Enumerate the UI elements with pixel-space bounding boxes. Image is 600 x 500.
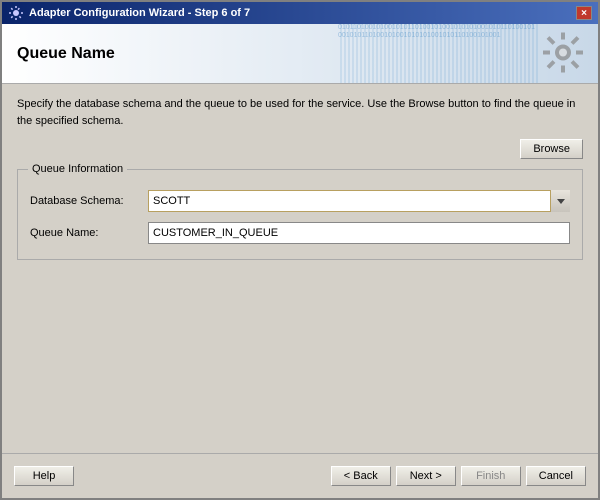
group-legend: Queue Information: [28, 163, 127, 175]
help-button[interactable]: Help: [14, 466, 74, 486]
queue-information-group: Queue Information Database Schema: SCOTT…: [17, 169, 583, 260]
title-bar-left: Adapter Configuration Wizard - Step 6 of…: [8, 5, 250, 21]
header-gear-icon: [538, 27, 588, 80]
footer: Help < Back Next > Finish Cancel: [2, 453, 598, 498]
description-text: Specify the database schema and the queu…: [17, 96, 583, 129]
next-button[interactable]: Next >: [396, 466, 456, 486]
queue-name-input[interactable]: [148, 222, 570, 244]
footer-nav-buttons: < Back Next > Finish Cancel: [331, 466, 586, 486]
header-band: Queue Name 01011010010100101011010010100…: [2, 24, 598, 84]
back-button[interactable]: < Back: [331, 466, 391, 486]
main-window: Adapter Configuration Wizard - Step 6 of…: [0, 0, 600, 500]
queue-name-label: Queue Name:: [30, 227, 140, 239]
wizard-icon: [8, 5, 24, 21]
browse-button[interactable]: Browse: [520, 139, 583, 159]
schema-select-wrapper: SCOTT: [148, 190, 570, 212]
schema-label: Database Schema:: [30, 195, 140, 207]
browse-row: Browse: [17, 139, 583, 159]
content-spacer: [17, 270, 583, 441]
queue-name-row: Queue Name:: [30, 222, 570, 244]
schema-select[interactable]: SCOTT: [148, 190, 570, 212]
title-bar: Adapter Configuration Wizard - Step 6 of…: [2, 2, 598, 24]
queue-name-input-wrapper: [148, 222, 570, 244]
finish-button: Finish: [461, 466, 521, 486]
title-text: Adapter Configuration Wizard - Step 6 of…: [29, 7, 250, 19]
content-area: Specify the database schema and the queu…: [2, 84, 598, 453]
cancel-button[interactable]: Cancel: [526, 466, 586, 486]
page-title: Queue Name: [17, 45, 115, 63]
schema-row: Database Schema: SCOTT: [30, 190, 570, 212]
header-pattern: 0101101001010010101101001010010101010010…: [338, 24, 538, 83]
close-button[interactable]: ×: [576, 6, 592, 20]
